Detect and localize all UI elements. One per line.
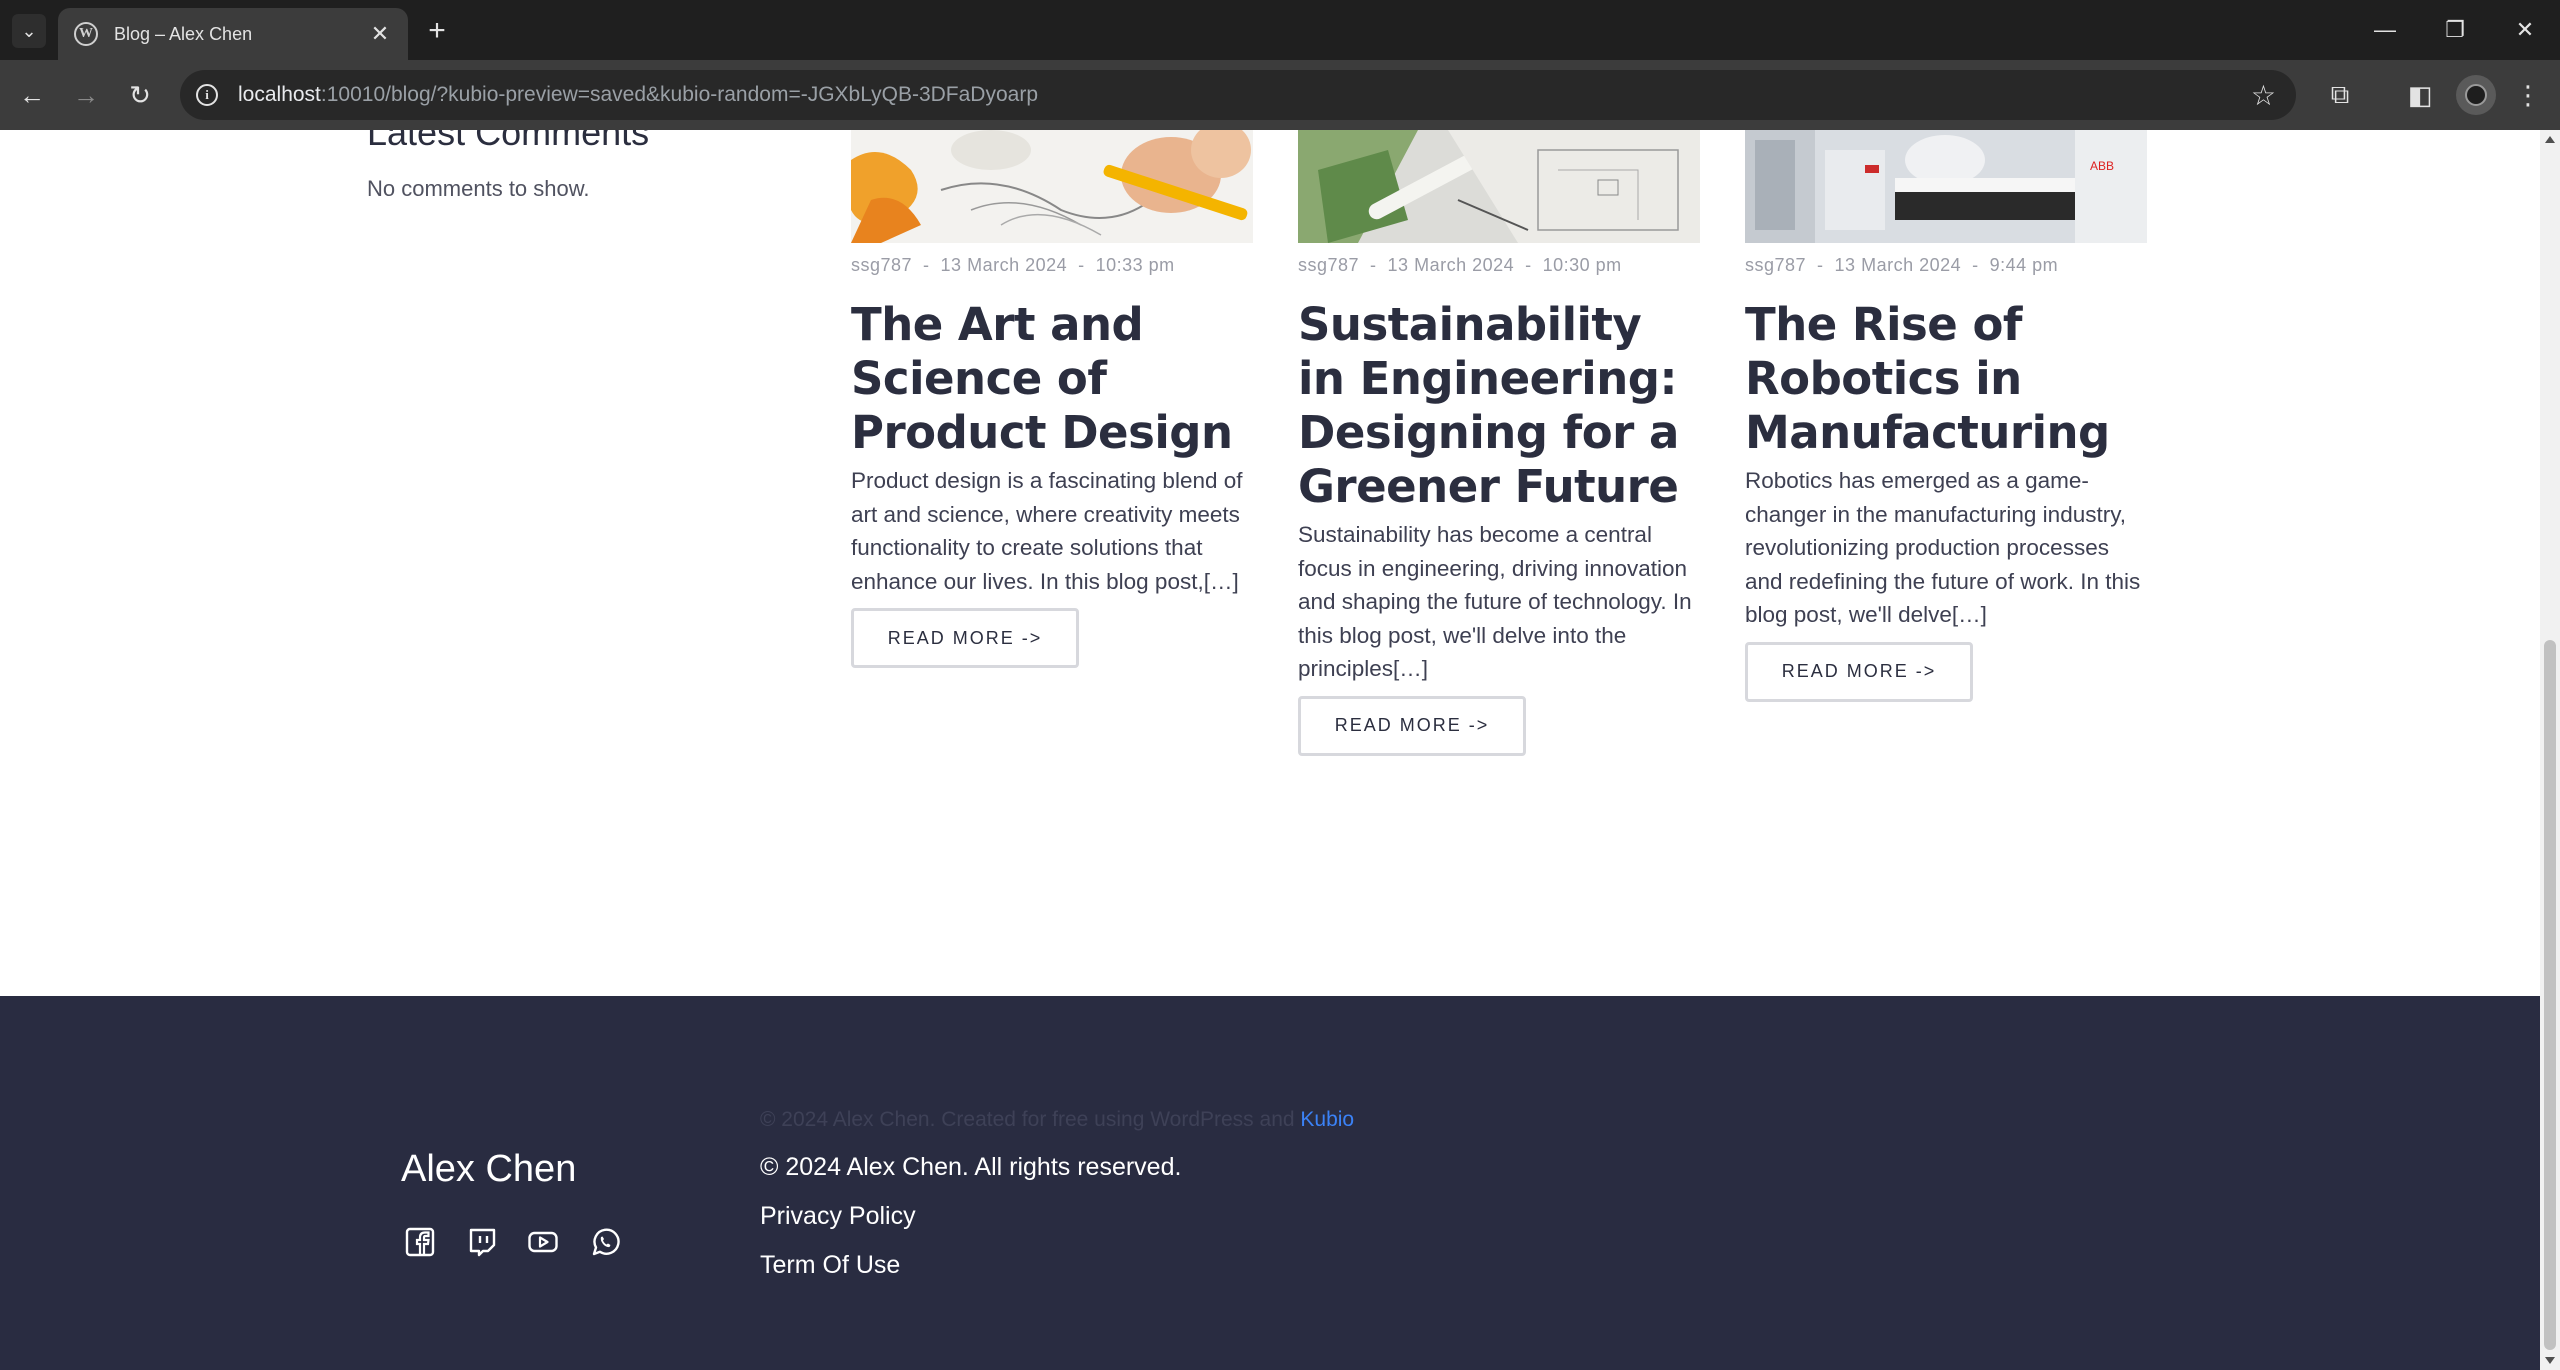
post-author[interactable]: ssg787 (1745, 255, 1806, 275)
new-tab-button[interactable]: + (420, 14, 454, 48)
post-card: ssg787 - 13 March 2024 - 10:33 pm The Ar… (851, 130, 1253, 668)
scrollbar-thumb[interactable] (2544, 640, 2556, 1350)
latest-comments-heading: Latest Comments (367, 130, 650, 153)
side-panel-icon[interactable]: ◧ (2400, 75, 2440, 115)
post-thumbnail-sustainability[interactable] (1298, 130, 1700, 243)
read-more-button[interactable]: READ MORE -> (1745, 641, 1973, 702)
post-meta: ssg787 - 13 March 2024 - 10:33 pm (851, 255, 1175, 275)
post-thumbnail-product-design[interactable] (851, 130, 1253, 243)
post-card: ABB ssg787 - 13 March 2024 - 9:44 pm The… (1745, 130, 2147, 702)
footer-brand[interactable]: Alex Chen (401, 1148, 576, 1191)
post-meta: ssg787 - 13 March 2024 - 9:44 pm (1745, 255, 2059, 275)
post-thumbnail-robotics[interactable]: ABB (1745, 130, 2147, 243)
post-meta: ssg787 - 13 March 2024 - 10:30 pm (1298, 255, 1622, 275)
page-viewport: Latest Comments No comments to show. ssg… (0, 130, 2540, 1370)
no-comments-text: No comments to show. (367, 176, 590, 201)
post-title[interactable]: Sustainability in Engineering: Designing… (1298, 298, 1700, 514)
post-time: 9:44 pm (1989, 255, 2059, 275)
whatsapp-icon[interactable] (590, 1227, 620, 1257)
youtube-icon[interactable] (528, 1227, 558, 1257)
post-date[interactable]: 13 March 2024 (1835, 255, 1962, 275)
site-footer: © 2024 Alex Chen. Created for free using… (0, 996, 2540, 1370)
twitch-icon[interactable] (467, 1227, 497, 1257)
extensions-icon[interactable]: ⧉ (2320, 75, 2360, 115)
scroll-down-arrow-icon[interactable] (2545, 1357, 2555, 1364)
forward-button[interactable]: → (66, 75, 106, 115)
browser-tab[interactable]: W Blog – Alex Chen ✕ (58, 8, 408, 60)
post-author[interactable]: ssg787 (1298, 255, 1359, 275)
post-time: 10:30 pm (1542, 255, 1622, 275)
bookmark-star-icon[interactable]: ☆ (2251, 79, 2276, 112)
tab-search-button[interactable]: ⌄ (12, 14, 46, 48)
post-title[interactable]: The Art and Science of Product Design (851, 298, 1253, 460)
address-bar[interactable]: i localhost:10010/blog/?kubio-preview=sa… (180, 70, 2296, 120)
url-text[interactable]: localhost:10010/blog/?kubio-preview=save… (238, 83, 1038, 107)
browser-toolbar: ← → ↻ i localhost:10010/blog/?kubio-prev… (0, 60, 2560, 130)
page-scrollbar[interactable] (2540, 130, 2560, 1370)
wordpress-icon: W (74, 22, 98, 46)
post-time: 10:33 pm (1095, 255, 1175, 275)
scroll-up-arrow-icon[interactable] (2545, 136, 2555, 143)
footer-credit: © 2024 Alex Chen. Created for free using… (760, 1108, 1355, 1131)
read-more-button[interactable]: READ MORE -> (1298, 695, 1526, 756)
post-excerpt: Product design is a fascinating blend of… (851, 468, 1243, 594)
facebook-icon[interactable] (405, 1227, 435, 1257)
browser-tab-bar: ⌄ W Blog – Alex Chen ✕ + — ❐ ✕ (0, 0, 2560, 60)
reload-button[interactable]: ↻ (120, 75, 160, 115)
post-date[interactable]: 13 March 2024 (1388, 255, 1515, 275)
privacy-policy-link[interactable]: Privacy Policy (760, 1202, 916, 1231)
profile-avatar[interactable] (2456, 75, 2496, 115)
close-tab-icon[interactable]: ✕ (368, 21, 392, 47)
post-excerpt: Robotics has emerged as a game-changer i… (1745, 468, 2141, 627)
read-more-button[interactable]: READ MORE -> (851, 608, 1079, 668)
restore-button[interactable]: ❐ (2420, 0, 2490, 60)
kubio-link[interactable]: Kubio (1300, 1108, 1354, 1131)
site-info-icon[interactable]: i (196, 84, 218, 106)
tab-title: Blog – Alex Chen (114, 23, 253, 44)
close-window-button[interactable]: ✕ (2490, 0, 2560, 60)
post-title[interactable]: The Rise of Robotics in Manufacturing (1745, 298, 2147, 460)
svg-text:ABB: ABB (2090, 159, 2114, 173)
post-date[interactable]: 13 March 2024 (941, 255, 1068, 275)
terms-of-use-link[interactable]: Term Of Use (760, 1251, 900, 1280)
menu-icon[interactable]: ⋮ (2508, 75, 2548, 115)
footer-copyright: © 2024 Alex Chen. All rights reserved. (760, 1153, 1182, 1181)
minimize-button[interactable]: — (2350, 0, 2420, 60)
back-button[interactable]: ← (12, 75, 52, 115)
post-excerpt: Sustainability has become a central focu… (1298, 522, 1692, 681)
post-card: ssg787 - 13 March 2024 - 10:30 pm Sustai… (1298, 130, 1700, 756)
post-author[interactable]: ssg787 (851, 255, 912, 275)
